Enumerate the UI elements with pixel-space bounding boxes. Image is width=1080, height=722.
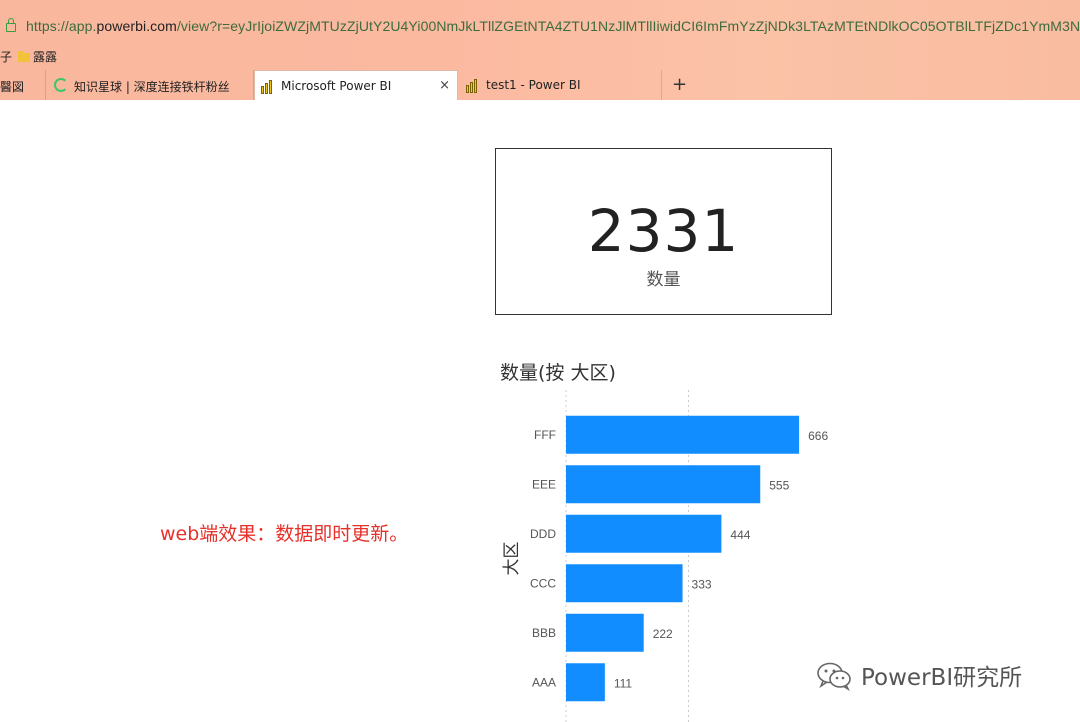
powerbi-icon (466, 79, 480, 93)
category-tick-label: AAA (532, 675, 556, 689)
wechat-icon (817, 662, 851, 691)
bookmark-item[interactable]: 子 (0, 48, 12, 65)
watermark: PowerBI研究所 (815, 658, 1022, 692)
bar-chart[interactable]: 大区 FFF 666 EEE 555 DDD 444 CCC 333 BBB 222 AAA 111 (495, 390, 835, 722)
url-text[interactable]: https://app.powerbi.com/view?r=eyJrIjoiZ… (26, 18, 1080, 34)
bar[interactable] (566, 465, 761, 504)
bar[interactable] (566, 564, 683, 603)
category-tick-label: DDD (530, 527, 556, 541)
bookmark-folder-lulu[interactable]: 露露 (18, 48, 57, 65)
lock-icon (6, 18, 16, 32)
browser-chrome: https://app.powerbi.com/view?r=eyJrIjoiZ… (0, 0, 1080, 100)
loading-icon (54, 78, 68, 92)
tab-microsoft-power-bi[interactable]: Microsoft Power BI × (254, 70, 458, 100)
new-tab-button[interactable]: + (672, 74, 687, 95)
card-label: 数量 (646, 270, 681, 290)
powerbi-icon (261, 80, 275, 94)
y-axis-title: 大区 (502, 542, 522, 576)
data-label: 111 (614, 676, 633, 690)
card-value: 2331 (587, 197, 740, 265)
chart-title: 数量(按 大区) (500, 362, 616, 384)
tab-test1-power-bi[interactable]: test1 - Power BI (458, 70, 662, 100)
watermark-text: PowerBI研究所 (861, 665, 1023, 691)
address-bar[interactable]: https://app.powerbi.com/view?r=eyJrIjoiZ… (0, 14, 1080, 42)
tab-zhishi-xingqiu[interactable]: 知识星球 | 深度连接铁杆粉丝 (46, 70, 254, 100)
category-tick-label: FFF (534, 428, 556, 442)
category-tick-label: CCC (530, 576, 556, 590)
data-label: 333 (692, 577, 712, 591)
annotation-text: web端效果：数据即时更新。 (160, 523, 409, 545)
data-label: 555 (769, 478, 789, 492)
close-tab-icon[interactable]: × (439, 78, 450, 93)
data-label: 666 (808, 429, 828, 443)
bar[interactable] (566, 613, 644, 652)
folder-icon (18, 51, 30, 62)
bar[interactable] (566, 663, 605, 702)
category-tick-label: BBB (532, 626, 556, 640)
data-label: 222 (653, 627, 673, 641)
tab-strip: 醫図 知识星球 | 深度连接铁杆粉丝 Microsoft Power BI × … (0, 70, 1080, 100)
data-label: 444 (730, 528, 750, 542)
card-visual[interactable]: 2331 数量 (495, 148, 832, 315)
tab-partial[interactable]: 醫図 (0, 70, 46, 100)
bar[interactable] (566, 514, 722, 553)
category-tick-label: EEE (532, 477, 556, 491)
bar[interactable] (566, 415, 800, 454)
